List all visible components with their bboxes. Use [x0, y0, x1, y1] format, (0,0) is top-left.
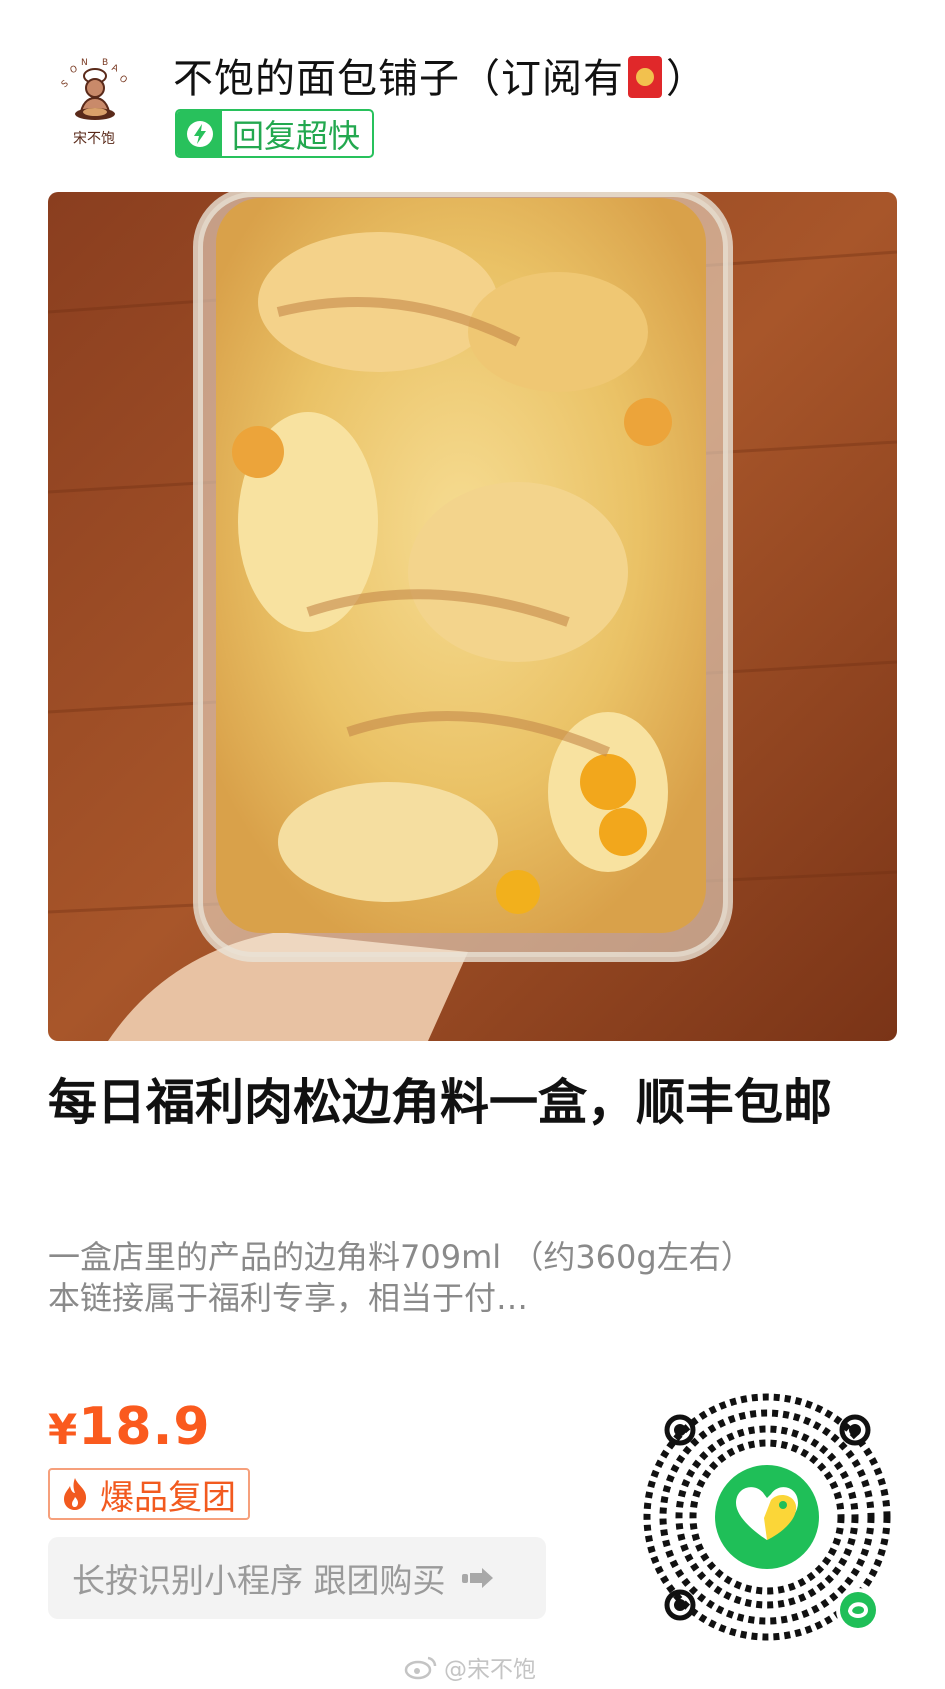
fast-reply-label: 回复超快 [232, 116, 361, 155]
weibo-icon [404, 1656, 437, 1680]
baker-mascot-icon: S O N B A O [60, 58, 129, 120]
shop-header: S O N B A O 宋不饱 不饱的面包铺子（订阅有 ） 回复超快 [0, 0, 945, 175]
product-price: ¥18.9 [48, 1397, 211, 1457]
product-photo[interactable] [48, 192, 897, 1041]
currency-symbol: ¥ [48, 1405, 79, 1454]
fire-icon [64, 1478, 87, 1510]
shop-name-suffix: ） [666, 56, 707, 102]
hot-product-tag: 爆品复团 [48, 1468, 250, 1520]
svg-text:A: A [110, 63, 120, 75]
shop-name-text: 不饱的面包铺子（订阅有 [173, 56, 624, 102]
watermark-text: @宋不饱 [444, 1657, 536, 1683]
shop-logo[interactable]: S O N B A O 宋不饱 [54, 54, 134, 150]
buy-via-miniprogram-button[interactable]: 长按识别小程序 跟团购买 [48, 1537, 546, 1619]
miniprogram-qr-code[interactable] [640, 1390, 895, 1645]
lightning-icon [177, 111, 222, 156]
hot-tag-label: 爆品复团 [100, 1477, 236, 1518]
red-envelope-fu-icon [628, 56, 662, 98]
product-description: 一盒店里的产品的边角料709ml （约360g左右） 本链接属于福利专享，相当于… [48, 1237, 908, 1319]
svg-text:O: O [69, 64, 79, 76]
svg-text:B: B [102, 58, 108, 68]
description-line-2: 本链接属于福利专享，相当于付… [48, 1279, 529, 1317]
cta-label: 长按识别小程序 跟团购买 [72, 1561, 446, 1600]
logo-text: 宋不饱 [73, 131, 115, 147]
svg-text:O: O [117, 74, 129, 86]
shop-name[interactable]: 不饱的面包铺子（订阅有 ） [173, 46, 707, 104]
hand-pointer-icon [461, 1568, 493, 1588]
svg-text:S: S [60, 79, 71, 91]
svg-text:N: N [81, 58, 88, 68]
fast-reply-badge: 回复超快 [175, 109, 375, 158]
price-value: 18.9 [78, 1397, 211, 1457]
product-title[interactable]: 每日福利肉松边角料一盒，顺丰包邮 [48, 1075, 888, 1130]
description-line-1: 一盒店里的产品的边角料709ml （约360g左右） [48, 1238, 753, 1276]
weibo-watermark: @宋不饱 [404, 1652, 536, 1683]
